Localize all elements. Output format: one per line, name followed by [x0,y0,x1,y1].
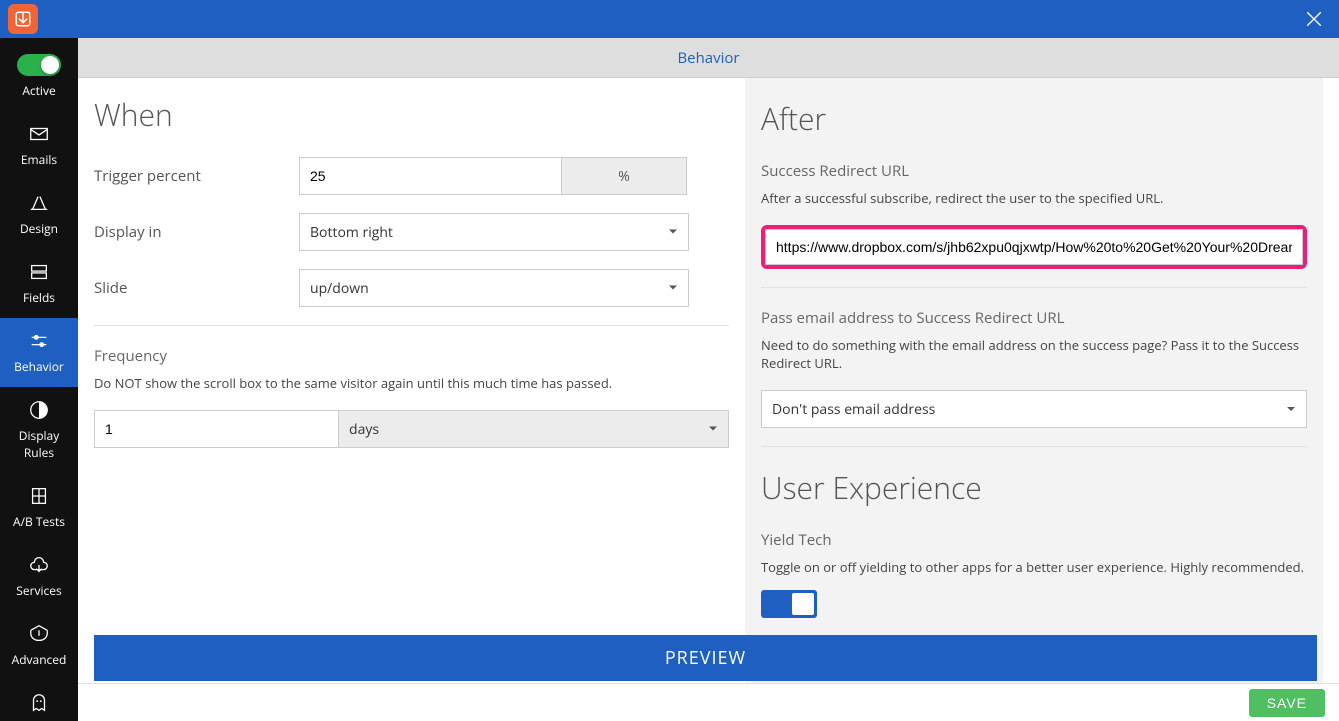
yield-tech-toggle[interactable] [761,590,817,618]
sidebar-item-active[interactable]: Active [0,38,78,111]
ab-tests-icon [26,483,52,509]
design-icon [26,190,52,216]
when-section: When Trigger percent % Display in Bottom… [94,78,729,721]
sidebar-item-label: Emails [21,151,57,168]
save-label: SAVE [1267,695,1307,711]
sidebar-item-label: Display Rules [4,427,74,461]
mail-icon [26,121,52,147]
yield-tech-help: Toggle on or off yielding to other apps … [761,558,1307,576]
slide-label: Slide [94,278,299,298]
chevron-down-icon [1286,400,1296,419]
main-panel: Behavior When Trigger percent % Display … [78,38,1339,721]
divider [761,287,1307,288]
trigger-percent-suffix: % [562,157,687,195]
when-heading: When [94,94,729,135]
sidebar-item-label: Fields [23,289,55,306]
display-in-value: Bottom right [310,223,393,242]
sidebar-item-label: Services [16,582,61,599]
after-heading: After [761,98,1307,139]
app-logo [8,4,38,34]
pass-email-value: Don't pass email address [772,400,935,419]
success-url-input[interactable] [765,229,1303,265]
active-toggle[interactable] [17,54,61,76]
chevron-down-icon [708,420,718,439]
preview-label: PREVIEW [665,646,746,670]
advanced-icon [26,621,52,647]
pass-email-label: Pass email address to Success Redirect U… [761,308,1307,328]
tab-behavior[interactable]: Behavior [78,38,1339,78]
ghost-icon [26,690,52,716]
display-rules-icon [26,397,52,423]
slide-value: up/down [310,279,369,298]
titlebar [0,0,1339,38]
save-button[interactable]: SAVE [1249,689,1325,717]
pass-email-select[interactable]: Don't pass email address [761,390,1307,428]
chevron-down-icon [668,223,678,242]
sidebar-item-label: Behavior [14,358,64,375]
sidebar-item-fields[interactable]: Fields [0,249,78,318]
yield-tech-label: Yield Tech [761,530,1307,550]
chevron-down-icon [668,279,678,298]
trigger-percent-label: Trigger percent [94,166,299,186]
sidebar-item-label: A/B Tests [13,513,65,530]
fields-icon [26,259,52,285]
sidebar-item-tracking-pixels[interactable]: Tracking Pixels [0,680,78,721]
close-button[interactable] [1297,2,1331,36]
sidebar-item-label: Active [22,82,55,99]
display-in-select[interactable]: Bottom right [299,213,689,251]
success-url-highlight [761,225,1307,269]
sidebar: Active Emails Design Fields Behavior Dis… [0,38,78,721]
after-section: After Success Redirect URL After a succe… [745,78,1323,721]
divider [94,325,729,326]
frequency-help: Do NOT show the scroll box to the same v… [94,374,729,392]
display-in-label: Display in [94,222,299,242]
sidebar-item-services[interactable]: Services [0,542,78,611]
trigger-percent-input[interactable] [299,157,562,195]
sidebar-item-design[interactable]: Design [0,180,78,249]
cloud-icon [26,552,52,578]
footer: SAVE [78,683,1339,721]
frequency-heading: Frequency [94,346,729,366]
sidebar-item-ab-tests[interactable]: A/B Tests [0,473,78,542]
slide-select[interactable]: up/down [299,269,689,307]
sidebar-item-advanced[interactable]: Advanced [0,611,78,680]
success-url-help: After a successful subscribe, redirect t… [761,189,1307,207]
frequency-value-input[interactable] [94,410,339,448]
preview-button[interactable]: PREVIEW [94,635,1317,681]
tab-label: Behavior [677,48,739,68]
sidebar-item-label: Design [20,220,58,237]
pass-email-help: Need to do something with the email addr… [761,336,1307,372]
sidebar-item-behavior[interactable]: Behavior [0,318,78,387]
frequency-unit-value: days [349,420,379,439]
behavior-icon [26,328,52,354]
ux-heading: User Experience [761,467,1307,508]
sidebar-item-label: Advanced [12,651,67,668]
success-url-label: Success Redirect URL [761,161,1307,181]
divider [761,446,1307,447]
sidebar-item-emails[interactable]: Emails [0,111,78,180]
sidebar-item-display-rules[interactable]: Display Rules [0,387,78,473]
frequency-unit-select[interactable]: days [339,410,729,448]
